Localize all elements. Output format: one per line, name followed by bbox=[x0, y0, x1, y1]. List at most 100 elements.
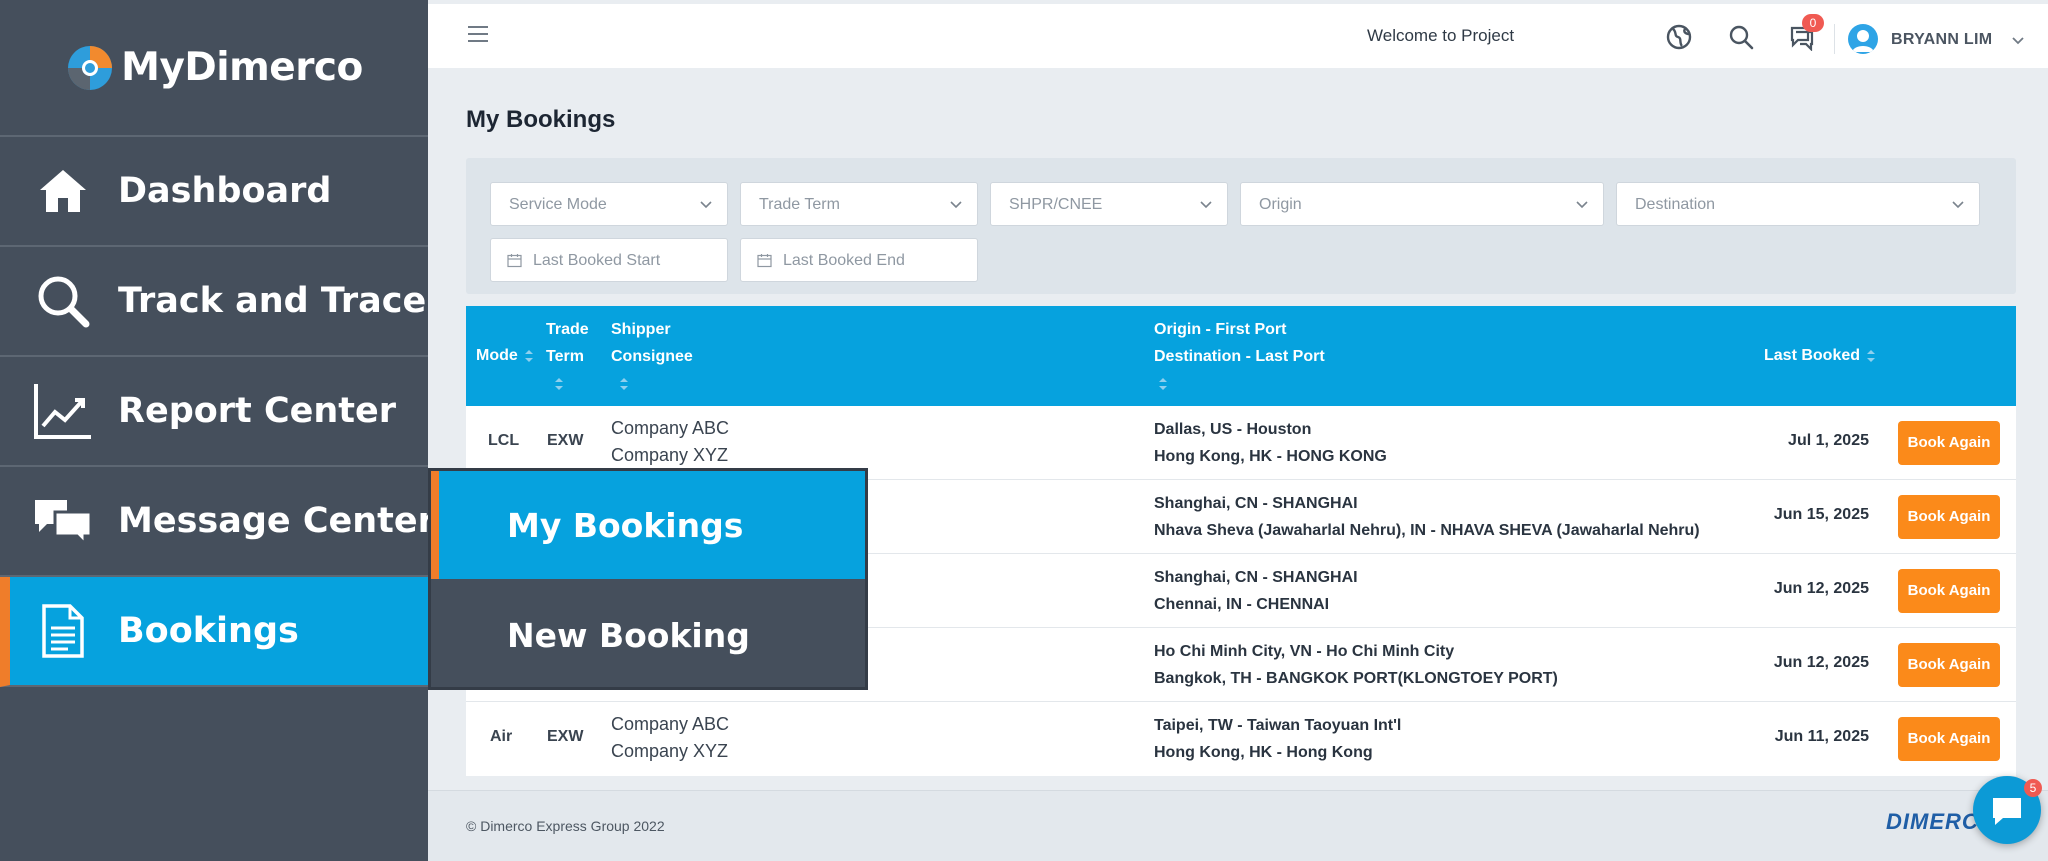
sidebar-item-label: Track and Trace bbox=[118, 281, 427, 321]
destination-port: Nhava Sheva (Jawaharlal Nehru), IN - NHA… bbox=[1154, 522, 1700, 539]
chevron-down-icon bbox=[700, 201, 712, 209]
origin-port: Taipei, TW - Taiwan Taoyuan Int'l bbox=[1154, 717, 1402, 734]
destination-port: Hong Kong, HK - HONG KONG bbox=[1154, 448, 1387, 465]
table-header: Mode Trade Term Shipper Consignee Origin… bbox=[466, 306, 2016, 406]
calendar-icon bbox=[757, 254, 772, 268]
consignee-name: Company XYZ bbox=[611, 445, 729, 465]
shpr-cnee-placeholder: SHPR/CNEE bbox=[1009, 196, 1103, 213]
avatar[interactable] bbox=[1848, 24, 1878, 54]
origin-port: Dallas, US - Houston bbox=[1154, 421, 1312, 438]
notification-badge: 0 bbox=[1802, 14, 1824, 32]
column-header-shipper-consignee[interactable]: Shipper Consignee bbox=[611, 316, 693, 397]
copyright-text: © Dimerco Express Group 2022 bbox=[466, 818, 665, 834]
mode-cell: Air bbox=[490, 728, 513, 745]
bookings-submenu: My Bookings New Booking bbox=[428, 468, 868, 690]
sort-icon bbox=[1159, 377, 1167, 390]
search-icon bbox=[32, 270, 94, 332]
user-name[interactable]: BRYANN LIM bbox=[1891, 31, 1992, 49]
column-header-trade-term[interactable]: Trade Term bbox=[546, 316, 589, 397]
column-header-label: Destination - Last Port bbox=[1154, 348, 1325, 365]
globe-icon[interactable] bbox=[1664, 22, 1694, 52]
brand-logo[interactable]: MyDimerco bbox=[0, 0, 428, 137]
shpr-cnee-select[interactable]: SHPR/CNEE bbox=[990, 182, 1228, 226]
service-mode-placeholder: Service Mode bbox=[509, 196, 607, 213]
route-cell: Shanghai, CN - SHANGHAI Nhava Sheva (Jaw… bbox=[1154, 490, 1700, 544]
submenu-item-new-booking[interactable]: New Booking bbox=[431, 581, 865, 689]
service-mode-select[interactable]: Service Mode bbox=[490, 182, 728, 226]
last-booked-end-input[interactable]: Last Booked End bbox=[740, 238, 978, 282]
sidebar: MyDimerco Dashboard Track and Trace Repo… bbox=[0, 0, 435, 861]
chart-icon bbox=[32, 380, 94, 442]
submenu-item-label: My Bookings bbox=[507, 505, 744, 545]
destination-placeholder: Destination bbox=[1635, 196, 1716, 213]
column-header-label: Last Booked bbox=[1764, 347, 1861, 364]
top-bar: Welcome to Project 0 BRYANN LIM bbox=[428, 0, 2048, 68]
shipper-consignee-cell: Company ABC Company XYZ bbox=[611, 415, 729, 469]
sort-icon bbox=[620, 377, 628, 390]
home-icon bbox=[32, 160, 94, 222]
table-row: Air EXW Company ABC Company XYZ Taipei, … bbox=[466, 702, 2016, 776]
chevron-down-icon bbox=[1576, 201, 1588, 209]
destination-port: Chennai, IN - CHENNAI bbox=[1154, 596, 1330, 613]
last-booked-date: Jul 1, 2025 bbox=[1788, 432, 1869, 449]
footer: © Dimerco Express Group 2022 DIMERCO bbox=[428, 790, 2048, 861]
mode-cell: LCL bbox=[488, 432, 520, 449]
column-header-last-booked[interactable]: Last Booked bbox=[1764, 342, 1876, 369]
last-booked-start-input[interactable]: Last Booked Start bbox=[490, 238, 728, 282]
route-cell: Taipei, TW - Taiwan Taoyuan Int'l Hong K… bbox=[1154, 712, 1401, 766]
sidebar-item-message-center[interactable]: Message Center bbox=[0, 467, 435, 577]
book-again-button[interactable]: Book Again bbox=[1898, 495, 2000, 539]
route-cell: Ho Chi Minh City, VN - Ho Chi Minh City … bbox=[1154, 638, 1558, 692]
column-header-label: Origin - First Port bbox=[1154, 321, 1287, 338]
page-title: My Bookings bbox=[466, 106, 616, 133]
calendar-icon bbox=[507, 254, 522, 268]
hamburger-menu-icon[interactable] bbox=[468, 26, 488, 42]
last-booked-date: Jun 12, 2025 bbox=[1773, 654, 1869, 671]
origin-port: Shanghai, CN - SHANGHAI bbox=[1154, 569, 1358, 586]
sort-icon bbox=[555, 377, 563, 390]
origin-placeholder: Origin bbox=[1259, 196, 1302, 213]
last-booked-start-placeholder: Last Booked Start bbox=[533, 252, 661, 269]
origin-port: Ho Chi Minh City, VN - Ho Chi Minh City bbox=[1154, 643, 1455, 660]
column-header-label: Shipper bbox=[611, 321, 671, 338]
sidebar-item-report-center[interactable]: Report Center bbox=[0, 357, 428, 467]
column-header-mode[interactable]: Mode bbox=[476, 342, 534, 369]
origin-port: Shanghai, CN - SHANGHAI bbox=[1154, 495, 1358, 512]
search-icon[interactable] bbox=[1726, 22, 1756, 52]
sidebar-item-label: Bookings bbox=[118, 611, 299, 651]
route-cell: Shanghai, CN - SHANGHAI Chennai, IN - CH… bbox=[1154, 564, 1358, 618]
sidebar-item-label: Message Center bbox=[118, 501, 435, 541]
trade-term-select[interactable]: Trade Term bbox=[740, 182, 978, 226]
book-again-button[interactable]: Book Again bbox=[1898, 569, 2000, 613]
book-again-button[interactable]: Book Again bbox=[1898, 717, 2000, 761]
chevron-down-icon bbox=[1200, 201, 1212, 209]
sidebar-item-bookings[interactable]: Bookings bbox=[0, 577, 428, 687]
destination-select[interactable]: Destination bbox=[1616, 182, 1980, 226]
book-again-button[interactable]: Book Again bbox=[1898, 421, 2000, 465]
chevron-down-icon[interactable] bbox=[2011, 34, 2025, 48]
column-header-label: Consignee bbox=[611, 348, 693, 365]
origin-select[interactable]: Origin bbox=[1240, 182, 1604, 226]
column-header-origin-destination[interactable]: Origin - First Port Destination - Last P… bbox=[1154, 316, 1325, 397]
dimerco-logo-icon bbox=[68, 45, 113, 90]
submenu-item-label: New Booking bbox=[507, 615, 750, 655]
last-booked-date: Jun 15, 2025 bbox=[1773, 506, 1869, 523]
last-booked-date: Jun 11, 2025 bbox=[1774, 728, 1869, 745]
submenu-item-my-bookings[interactable]: My Bookings bbox=[431, 471, 865, 579]
chat-icon bbox=[32, 490, 94, 552]
book-again-button[interactable]: Book Again bbox=[1898, 643, 2000, 687]
last-booked-date: Jun 12, 2025 bbox=[1773, 580, 1869, 597]
chevron-down-icon bbox=[1952, 201, 1964, 209]
sidebar-item-track-and-trace[interactable]: Track and Trace bbox=[0, 247, 428, 357]
sidebar-item-dashboard[interactable]: Dashboard bbox=[0, 137, 428, 247]
document-icon bbox=[32, 600, 94, 662]
trade-term-placeholder: Trade Term bbox=[759, 196, 840, 213]
chat-unread-badge: 5 bbox=[2024, 779, 2042, 797]
destination-port: Bangkok, TH - BANGKOK PORT(KLONGTOEY POR… bbox=[1154, 670, 1558, 687]
brand-name: MyDimerco bbox=[121, 45, 363, 90]
column-header-label: Trade bbox=[546, 321, 589, 338]
sidebar-item-label: Dashboard bbox=[118, 171, 332, 211]
divider bbox=[1834, 24, 1835, 54]
filter-panel: Service Mode Trade Term SHPR/CNEE Origin… bbox=[466, 158, 2016, 294]
column-header-label: Mode bbox=[476, 347, 518, 364]
